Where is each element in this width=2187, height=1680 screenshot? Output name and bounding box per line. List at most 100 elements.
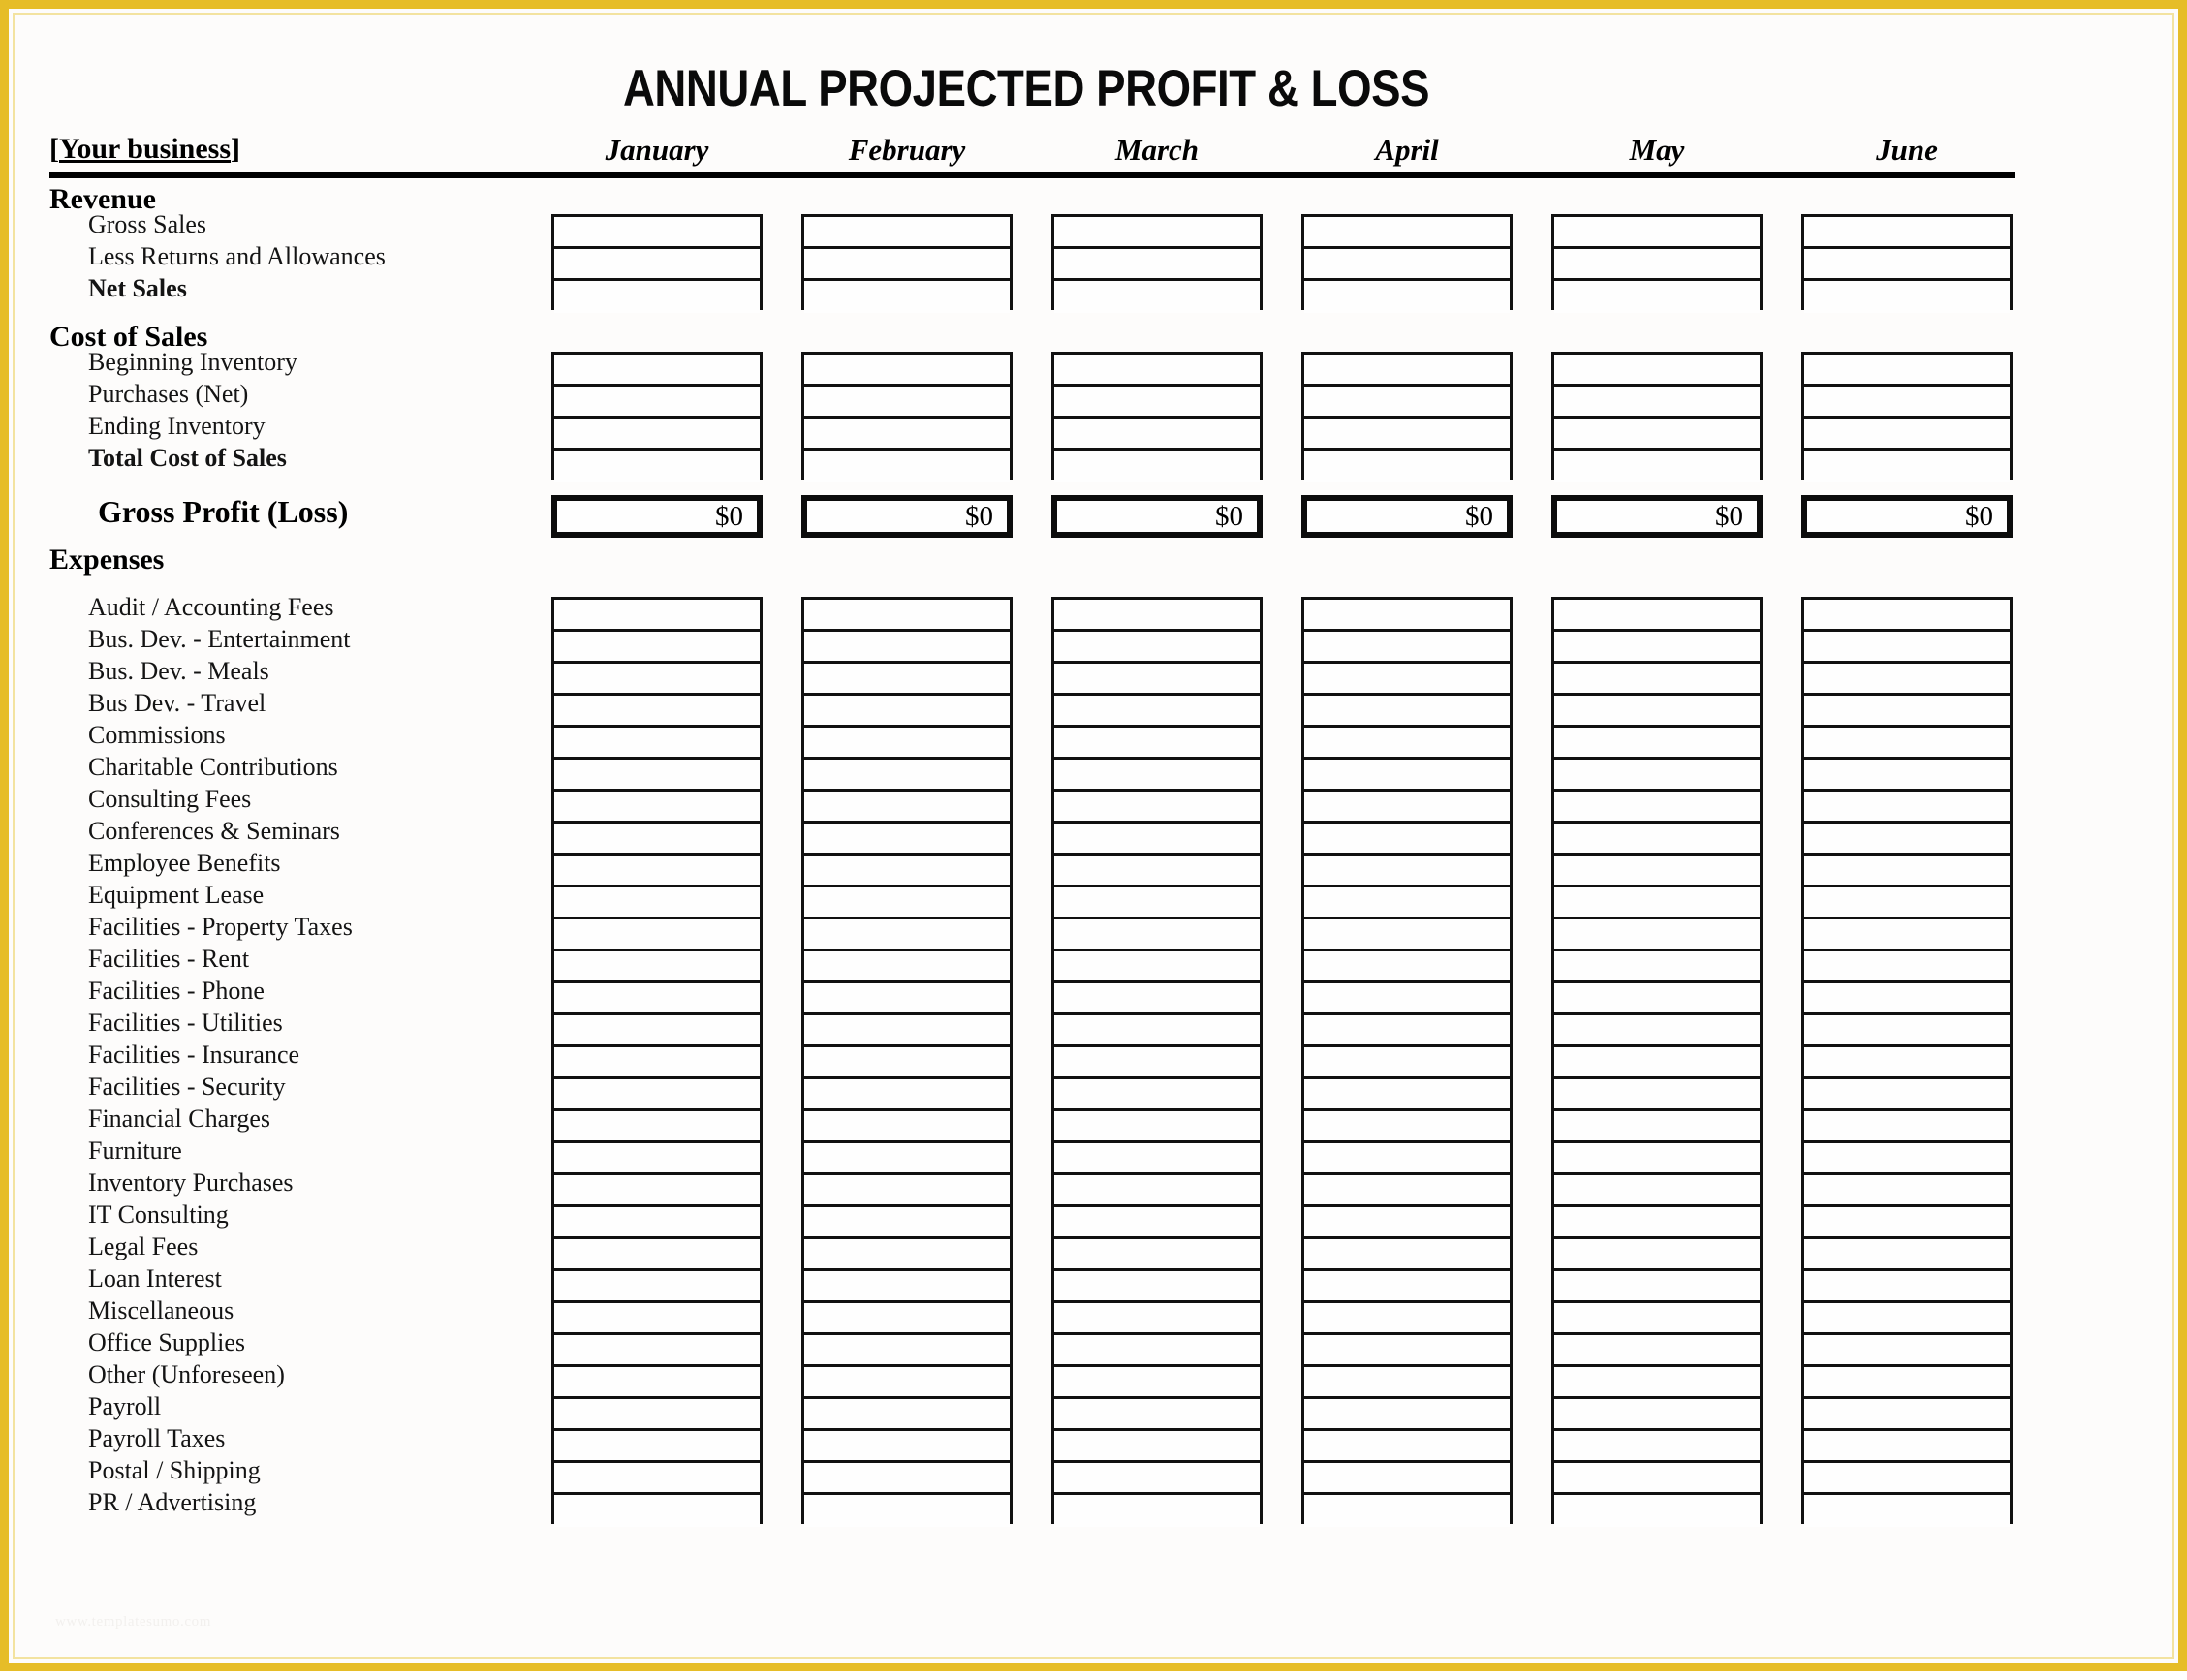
- expense-cell[interactable]: [1304, 792, 1510, 824]
- revenue-cell[interactable]: [1304, 281, 1510, 313]
- expense-cell[interactable]: [1054, 1335, 1260, 1367]
- expense-cell[interactable]: [1554, 696, 1760, 728]
- expense-cell[interactable]: [1554, 1303, 1760, 1335]
- expense-cell[interactable]: [554, 951, 760, 983]
- expense-cell[interactable]: [554, 1303, 760, 1335]
- expense-cell[interactable]: [1554, 1271, 1760, 1303]
- gross-profit-cell-march[interactable]: $0: [1051, 495, 1263, 538]
- expense-cell[interactable]: [554, 1111, 760, 1143]
- expense-cell[interactable]: [554, 1463, 760, 1495]
- revenue-cell[interactable]: [804, 249, 1010, 281]
- expense-cell[interactable]: [1554, 792, 1760, 824]
- cost-of-sales-cell[interactable]: [1304, 451, 1510, 482]
- expense-cell[interactable]: [554, 919, 760, 951]
- expense-cell[interactable]: [554, 728, 760, 760]
- cost-of-sales-cell[interactable]: [554, 419, 760, 451]
- expense-cell[interactable]: [804, 1207, 1010, 1239]
- expense-cell[interactable]: [1804, 1047, 2010, 1079]
- expense-cell[interactable]: [1554, 824, 1760, 856]
- revenue-cell[interactable]: [1554, 217, 1760, 249]
- expense-cell[interactable]: [1554, 919, 1760, 951]
- expense-cell[interactable]: [1804, 1271, 2010, 1303]
- expense-cell[interactable]: [1804, 824, 2010, 856]
- expense-cell[interactable]: [1554, 728, 1760, 760]
- expense-cell[interactable]: [1054, 951, 1260, 983]
- gross-profit-cell-february[interactable]: $0: [801, 495, 1013, 538]
- expense-cell[interactable]: [554, 983, 760, 1015]
- expense-cell[interactable]: [1054, 1303, 1260, 1335]
- expense-cell[interactable]: [1054, 1495, 1260, 1527]
- expense-cell[interactable]: [1804, 887, 2010, 919]
- expense-cell[interactable]: [1804, 1303, 2010, 1335]
- expense-cell[interactable]: [804, 1175, 1010, 1207]
- expense-cell[interactable]: [1554, 887, 1760, 919]
- expense-cell[interactable]: [1554, 760, 1760, 792]
- expense-cell[interactable]: [1304, 1111, 1510, 1143]
- expense-cell[interactable]: [1304, 1399, 1510, 1431]
- expense-cell[interactable]: [554, 632, 760, 664]
- expense-cell[interactable]: [1054, 1431, 1260, 1463]
- expense-cell[interactable]: [1054, 1207, 1260, 1239]
- expense-cell[interactable]: [1054, 1271, 1260, 1303]
- expense-cell[interactable]: [1304, 728, 1510, 760]
- expense-cell[interactable]: [1804, 1079, 2010, 1111]
- expense-cell[interactable]: [804, 983, 1010, 1015]
- expense-cell[interactable]: [1804, 600, 2010, 632]
- expense-cell[interactable]: [1304, 1175, 1510, 1207]
- business-name-field[interactable]: [Your business]: [49, 133, 240, 166]
- expense-cell[interactable]: [804, 1079, 1010, 1111]
- expense-cell[interactable]: [1804, 696, 2010, 728]
- gross-profit-cell-may[interactable]: $0: [1551, 495, 1763, 538]
- expense-cell[interactable]: [1554, 1079, 1760, 1111]
- expense-cell[interactable]: [1804, 792, 2010, 824]
- expense-cell[interactable]: [1054, 983, 1260, 1015]
- expense-cell[interactable]: [1054, 728, 1260, 760]
- expense-cell[interactable]: [804, 696, 1010, 728]
- expense-cell[interactable]: [554, 696, 760, 728]
- revenue-cell[interactable]: [1054, 249, 1260, 281]
- expense-cell[interactable]: [1554, 1143, 1760, 1175]
- revenue-cell[interactable]: [554, 281, 760, 313]
- expense-cell[interactable]: [1304, 664, 1510, 696]
- cost-of-sales-cell[interactable]: [1554, 451, 1760, 482]
- expense-cell[interactable]: [554, 1175, 760, 1207]
- cost-of-sales-cell[interactable]: [1304, 387, 1510, 419]
- expense-cell[interactable]: [1554, 1463, 1760, 1495]
- expense-cell[interactable]: [1304, 600, 1510, 632]
- expense-cell[interactable]: [804, 1367, 1010, 1399]
- expense-cell[interactable]: [1554, 1367, 1760, 1399]
- gross-profit-cell-january[interactable]: $0: [551, 495, 763, 538]
- cost-of-sales-cell[interactable]: [1054, 419, 1260, 451]
- expense-cell[interactable]: [1304, 1335, 1510, 1367]
- expense-cell[interactable]: [554, 887, 760, 919]
- cost-of-sales-cell[interactable]: [1054, 355, 1260, 387]
- expense-cell[interactable]: [554, 1143, 760, 1175]
- expense-cell[interactable]: [554, 600, 760, 632]
- revenue-cell[interactable]: [1554, 249, 1760, 281]
- expense-cell[interactable]: [804, 951, 1010, 983]
- expense-cell[interactable]: [804, 1495, 1010, 1527]
- gross-profit-cell-june[interactable]: $0: [1801, 495, 2013, 538]
- expense-cell[interactable]: [1054, 1239, 1260, 1271]
- cost-of-sales-cell[interactable]: [1554, 419, 1760, 451]
- expense-cell[interactable]: [1554, 1495, 1760, 1527]
- expense-cell[interactable]: [554, 1271, 760, 1303]
- expense-cell[interactable]: [1304, 1239, 1510, 1271]
- revenue-cell[interactable]: [554, 217, 760, 249]
- cost-of-sales-cell[interactable]: [1554, 387, 1760, 419]
- expense-cell[interactable]: [1054, 664, 1260, 696]
- expense-cell[interactable]: [804, 632, 1010, 664]
- cost-of-sales-cell[interactable]: [804, 419, 1010, 451]
- expense-cell[interactable]: [1304, 983, 1510, 1015]
- expense-cell[interactable]: [1554, 1207, 1760, 1239]
- expense-cell[interactable]: [1054, 600, 1260, 632]
- expense-cell[interactable]: [1804, 1175, 2010, 1207]
- expense-cell[interactable]: [1804, 1015, 2010, 1047]
- expense-cell[interactable]: [1054, 1111, 1260, 1143]
- expense-cell[interactable]: [804, 792, 1010, 824]
- expense-cell[interactable]: [1304, 1047, 1510, 1079]
- expense-cell[interactable]: [804, 600, 1010, 632]
- revenue-cell[interactable]: [1054, 281, 1260, 313]
- expense-cell[interactable]: [1054, 1367, 1260, 1399]
- expense-cell[interactable]: [1804, 919, 2010, 951]
